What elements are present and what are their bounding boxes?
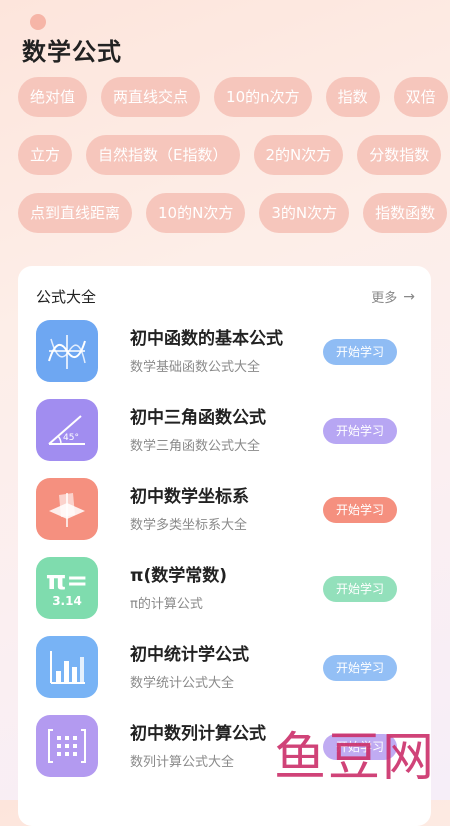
watermark: 鱼豆网 (273, 728, 436, 788)
bar-chart-icon (36, 636, 98, 698)
chip-3-power-n[interactable]: 3的N次方 (259, 193, 350, 233)
chip-point-line-distance[interactable]: 点到直线距离 (18, 193, 133, 233)
function-graph-icon (36, 320, 98, 382)
item-subtitle: 数列计算公式大全 (130, 755, 235, 770)
chip-exponential-function[interactable]: 指数函数 (363, 193, 448, 233)
chip-absolute-value[interactable]: 绝对值 (18, 77, 88, 117)
item-subtitle: π的计算公式 (130, 597, 203, 612)
card-header: 公式大全 更多 → (36, 286, 415, 306)
item-title: 初中数列计算公式 (130, 724, 266, 744)
chip-2-power-n[interactable]: 2的N次方 (253, 135, 344, 175)
chip-row-2: 立方 自然指数（E指数） 2的N次方 分数指数 (18, 135, 442, 175)
start-learning-button[interactable]: 开始学习 (323, 497, 397, 523)
matrix-icon (36, 715, 98, 777)
chip-natural-exponent[interactable]: 自然指数（E指数） (86, 135, 240, 175)
list-item[interactable]: 45° 初中三角函数公式 数学三角函数公式大全 开始学习 (36, 399, 415, 463)
list-item[interactable]: 初中函数的基本公式 数学基础函数公式大全 开始学习 (36, 320, 415, 384)
start-learning-button[interactable]: 开始学习 (323, 576, 397, 602)
more-label: 更多 (371, 291, 398, 306)
pi-value: 3.14 (52, 594, 82, 608)
list-item[interactable]: 初中统计学公式 数学统计公式大全 开始学习 (36, 636, 415, 700)
title-decoration (30, 14, 46, 30)
angle-icon: 45° (36, 399, 98, 461)
pi-icon: π= 3.14 (36, 557, 98, 619)
item-title: 初中三角函数公式 (130, 408, 266, 428)
arrow-right-icon: → (403, 288, 415, 305)
coordinate-icon (36, 478, 98, 540)
pi-symbol: π= (45, 566, 89, 596)
start-learning-button[interactable]: 开始学习 (323, 418, 397, 444)
item-title: π(数学常数) (130, 566, 227, 586)
item-title: 初中函数的基本公式 (130, 329, 283, 349)
item-title: 初中数学坐标系 (130, 487, 249, 507)
chip-double[interactable]: 双倍 (393, 77, 448, 117)
chip-row-1: 绝对值 两直线交点 10的n次方 指数 双倍 (18, 77, 448, 117)
list-item[interactable]: 初中数学坐标系 数学多类坐标系大全 开始学习 (36, 478, 415, 542)
item-subtitle: 数学统计公式大全 (130, 676, 235, 691)
chip-row-3: 点到直线距离 10的N次方 3的N次方 指数函数 (18, 193, 448, 233)
more-link[interactable]: 更多 → (371, 287, 415, 307)
item-subtitle: 数学三角函数公式大全 (130, 439, 261, 454)
chip-10-power-n[interactable]: 10的n次方 (214, 77, 312, 117)
start-learning-button[interactable]: 开始学习 (323, 655, 397, 681)
start-learning-button[interactable]: 开始学习 (323, 339, 397, 365)
chip-cube[interactable]: 立方 (18, 135, 73, 175)
list-item[interactable]: π= 3.14 π(数学常数) π的计算公式 开始学习 (36, 557, 415, 621)
chip-fraction-exponent[interactable]: 分数指数 (357, 135, 442, 175)
chip-exponent[interactable]: 指数 (325, 77, 380, 117)
chip-10-power-N[interactable]: 10的N次方 (146, 193, 246, 233)
page-title: 数学公式 (22, 38, 122, 66)
item-subtitle: 数学基础函数公式大全 (130, 360, 261, 375)
svg-text:45°: 45° (63, 433, 79, 443)
item-title: 初中统计学公式 (130, 645, 249, 665)
chip-line-intersection[interactable]: 两直线交点 (101, 77, 201, 117)
section-title: 公式大全 (36, 288, 97, 306)
item-subtitle: 数学多类坐标系大全 (130, 518, 248, 533)
